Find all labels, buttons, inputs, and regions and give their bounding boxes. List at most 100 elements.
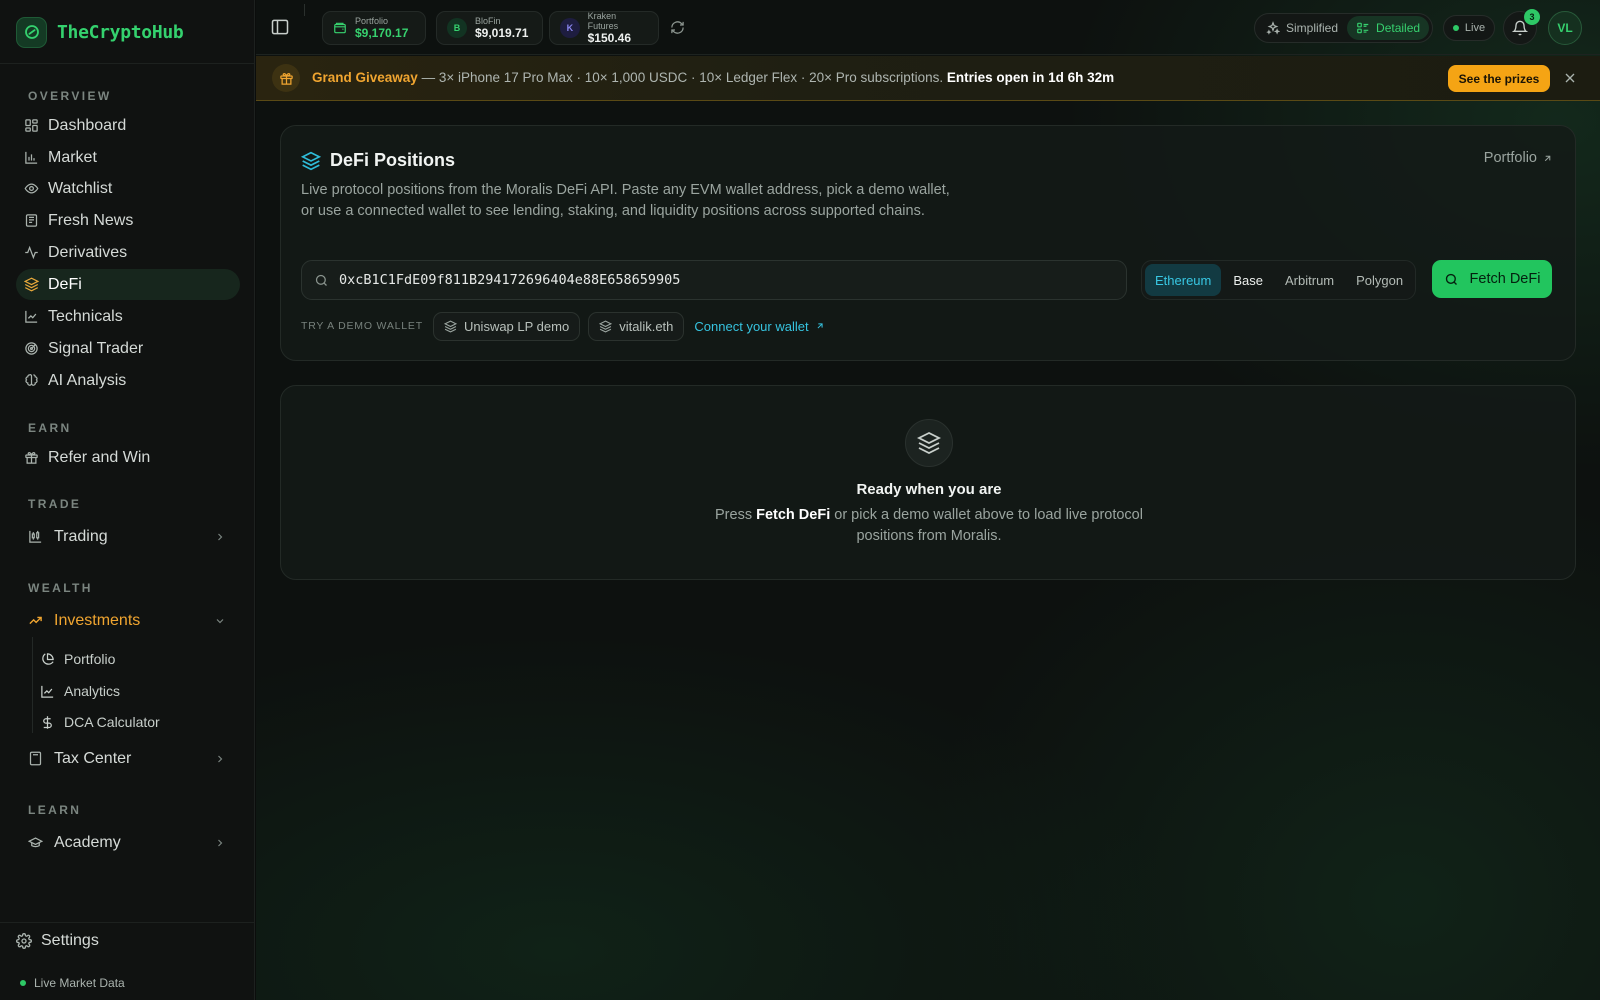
brain-icon [24,373,39,388]
gift-icon [24,450,39,465]
brand-logo-icon [16,16,47,48]
sidebar-item-label: Refer and Win [48,448,151,466]
sidebar-subitem-label: DCA Calculator [64,714,160,730]
account-label: Portfolio [355,16,389,26]
page-title: DeFi Positions [330,150,456,170]
dashboard-icon [24,118,39,133]
sidebar-item-label: Derivatives [48,243,128,261]
chain-tab-base[interactable]: Base [1223,264,1273,296]
blofin-logo-icon: B [447,18,467,38]
sidebar-item-ai-analysis[interactable]: AI Analysis [16,365,240,396]
sidebar-subitem-analytics[interactable]: Analytics [32,677,232,705]
sidebar-item-label: Signal Trader [48,339,144,357]
sidebar-subitem-label: Analytics [64,683,121,699]
layers-icon [443,319,457,333]
account-value: $9,170.17 [355,26,409,40]
portfolio-link[interactable]: Portfolio [1484,150,1553,166]
gift-icon [272,64,300,92]
demo-wallets-row: TRY A DEMO WALLET Uniswap LP demo vitali… [301,311,825,341]
account-portfolio[interactable]: Portfolio $9,170.17 [322,11,426,45]
graduation-cap-icon [28,835,43,850]
refresh-button[interactable] [667,17,687,37]
empty-state-card: Ready when you are Press Fetch DeFi or p… [280,385,1576,580]
arrow-up-right-icon [1544,155,1551,161]
eye-icon [24,181,39,196]
account-label: BloFin [475,16,501,26]
sidebar-item-refer-and-win[interactable]: Refer and Win [16,442,240,473]
status-dot [1452,25,1459,31]
connect-wallet-link[interactable]: Connect your wallet [694,319,824,334]
user-avatar[interactable]: VL [1548,11,1582,45]
demo-wallet-label: vitalik.eth [619,318,674,334]
sidebar-item-market[interactable]: Market [16,142,240,173]
sidebar-item-tax-center[interactable]: Tax Center [16,743,240,774]
calculator-icon [28,751,43,766]
sidebar-item-signal-trader[interactable]: Signal Trader [16,333,240,364]
account-label: Kraken Futures [587,11,619,31]
connect-wallet-label: Connect your wallet [694,318,809,334]
sidebar-item-technicals[interactable]: Technicals [16,301,240,332]
sidebar-item-fresh-news[interactable]: Fresh News [16,205,240,236]
sidebar-subitem-portfolio[interactable]: Portfolio [32,645,232,673]
status-dot [20,980,26,986]
banner-message: Grand Giveaway — 3× iPhone 17 Pro Max · … [312,70,1114,85]
chevron-right-icon [214,837,226,849]
sidebar-item-label: Academy [54,833,121,851]
divider [304,4,305,16]
main-content: Portfolio $9,170.17 B BloFin $9,019.71 K… [256,0,1600,1000]
sidebar-item-label: DeFi [48,275,82,293]
sidebar-item-defi[interactable]: DeFi [16,269,240,300]
section-wealth: WEALTH [28,581,93,595]
account-kraken-futures[interactable]: K Kraken Futures $150.46 [549,11,659,45]
settings-label: Settings [41,932,99,949]
topbar: Portfolio $9,170.17 B BloFin $9,019.71 K… [256,0,1600,55]
mode-simplified-button[interactable]: Simplified [1257,16,1347,40]
chain-tab-polygon[interactable]: Polygon [1346,264,1413,296]
sidebar-item-label: Market [48,148,97,166]
chevron-right-icon [214,531,226,543]
fetch-defi-button[interactable]: Fetch DeFi [1432,260,1552,298]
sidebar-toggle-button[interactable] [270,17,290,37]
wallet-icon [333,21,347,35]
arrow-up-right-icon [817,323,823,329]
wallet-address-field[interactable] [301,260,1127,300]
empty-desc-text: or pick a demo wallet above to load live… [830,507,1143,544]
brand[interactable]: TheCryptoHub [16,16,184,48]
mode-label: Detailed [1376,21,1421,35]
demo-wallet-uniswap-button[interactable]: Uniswap LP demo [432,311,581,341]
newspaper-icon [24,213,39,228]
chain-tab-ethereum[interactable]: Ethereum [1145,264,1222,296]
portfolio-link-label: Portfolio [1483,150,1537,166]
fetch-defi-label: Fetch DeFi [1469,271,1541,287]
sidebar-item-academy[interactable]: Academy [16,827,240,858]
sidebar-item-label: Fresh News [48,211,134,229]
demo-wallet-label: TRY A DEMO WALLET [301,320,423,332]
sidebar-item-investments[interactable]: Investments [16,605,240,636]
trending-up-icon [28,613,43,628]
sidebar-item-label: Dashboard [48,116,127,134]
gear-icon [16,933,32,949]
close-banner-button[interactable] [1562,70,1578,86]
mode-detailed-button[interactable]: Detailed [1347,16,1430,40]
sidebar-item-label: Technicals [48,307,123,325]
sidebar-item-trading[interactable]: Trading [16,521,240,552]
settings-button[interactable]: Settings [16,932,99,950]
chain-tab-arbitrum[interactable]: Arbitrum [1275,264,1344,296]
section-learn: LEARN [28,803,82,817]
pie-chart-icon [40,652,55,667]
wallet-address-input[interactable] [339,272,1099,288]
sidebar-item-derivatives[interactable]: Derivatives [16,237,240,268]
banner-countdown: Entries open in 1d 6h 32m [946,70,1115,85]
empty-desc-highlight: Fetch DeFi [756,507,831,523]
divider [0,922,255,923]
mode-label: Simplified [1286,21,1339,35]
sidebar-subitem-dca-calculator[interactable]: DCA Calculator [32,708,232,736]
empty-desc-text: Press [715,507,757,523]
sidebar-item-dashboard[interactable]: Dashboard [16,110,240,141]
sidebar-item-label: Watchlist [48,179,113,197]
account-blofin[interactable]: B BloFin $9,019.71 [436,11,543,45]
sidebar-item-watchlist[interactable]: Watchlist [16,173,240,204]
see-prizes-button[interactable]: See the prizes [1448,65,1550,92]
demo-wallet-vitalik-button[interactable]: vitalik.eth [588,311,685,341]
empty-state-title: Ready when you are [856,481,1002,498]
